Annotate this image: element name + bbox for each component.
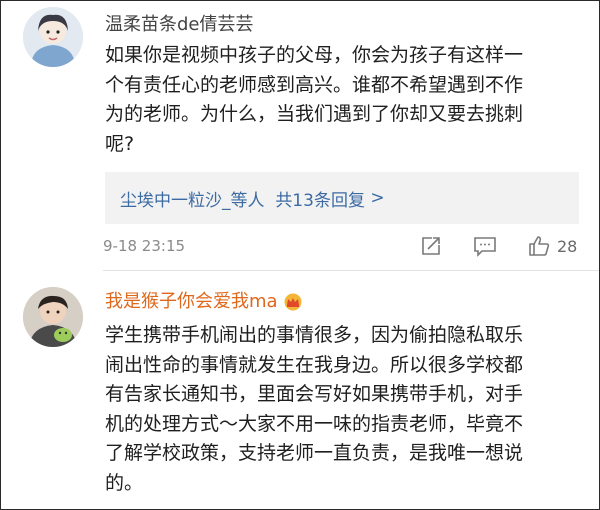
comment-line: 有告家长通知书，里面会写好如果携带手机，对手 bbox=[105, 383, 524, 405]
comment-icon bbox=[473, 235, 497, 257]
reply-author-suffix: 等人 bbox=[230, 190, 265, 211]
comment-text: 学生携带手机闹出的事情很多，因为偷拍隐私取乐 闹出性命的事情就发生在我身边。所以… bbox=[105, 321, 585, 498]
reply-count[interactable]: 共13条回复 bbox=[275, 186, 365, 211]
like-icon bbox=[527, 234, 551, 258]
share-button[interactable] bbox=[420, 233, 442, 259]
comment-list: 温柔苗条de倩芸芸 如果你是视频中孩子的父母，你会为孩子有这样一 个有责任心的老… bbox=[0, 0, 600, 510]
like-button[interactable]: 28 bbox=[527, 233, 577, 259]
avatar[interactable] bbox=[23, 7, 83, 67]
chevron-right-icon: > bbox=[370, 188, 385, 208]
crown-icon bbox=[282, 293, 304, 311]
timestamp: 9-18 23:15 bbox=[103, 237, 186, 255]
comment-line: 如果你是视频中孩子的父母，你会为孩子有这样一 bbox=[105, 44, 524, 66]
comment-line: 个有责任心的老师感到高兴。谁都不希望遇到不作 bbox=[105, 73, 524, 96]
comment-line: 机的处理方式～大家不用一味的指责老师，毕竟不 bbox=[105, 412, 524, 435]
comment-line: 闹出性命的事情就发生在我身边。所以很多学校都 bbox=[105, 353, 524, 376]
comment-line: 呢? bbox=[105, 132, 135, 155]
comment-line: 学生携带手机闹出的事情很多，因为偷拍隐私取乐 bbox=[105, 324, 524, 346]
username[interactable]: 我是猴子你会爱我ma bbox=[105, 291, 278, 312]
reply-author[interactable]: 尘埃中一粒沙_ bbox=[120, 186, 231, 211]
comment-line: 的。 bbox=[105, 471, 144, 494]
avatar[interactable] bbox=[23, 287, 83, 347]
comment-line: 了解学校政策，支持老师一直负责，是我唯一想说 bbox=[105, 442, 524, 464]
comment-line: 为的老师。为什么，当我们遇到了你却又要去挑刺 bbox=[105, 103, 524, 125]
like-count: 28 bbox=[557, 236, 578, 256]
replies-link[interactable]: 尘埃中一粒沙_ 等人 共13条回复 > bbox=[105, 172, 579, 224]
username-vip[interactable]: 我是猴子你会爱我ma bbox=[105, 287, 304, 313]
comment-button[interactable] bbox=[473, 233, 497, 259]
share-icon bbox=[420, 235, 442, 257]
comment-text: 如果你是视频中孩子的父母，你会为孩子有这样一 个有责任心的老师感到高兴。谁都不希… bbox=[105, 41, 585, 159]
username[interactable]: 温柔苗条de倩芸芸 bbox=[105, 10, 254, 36]
divider bbox=[103, 270, 599, 271]
